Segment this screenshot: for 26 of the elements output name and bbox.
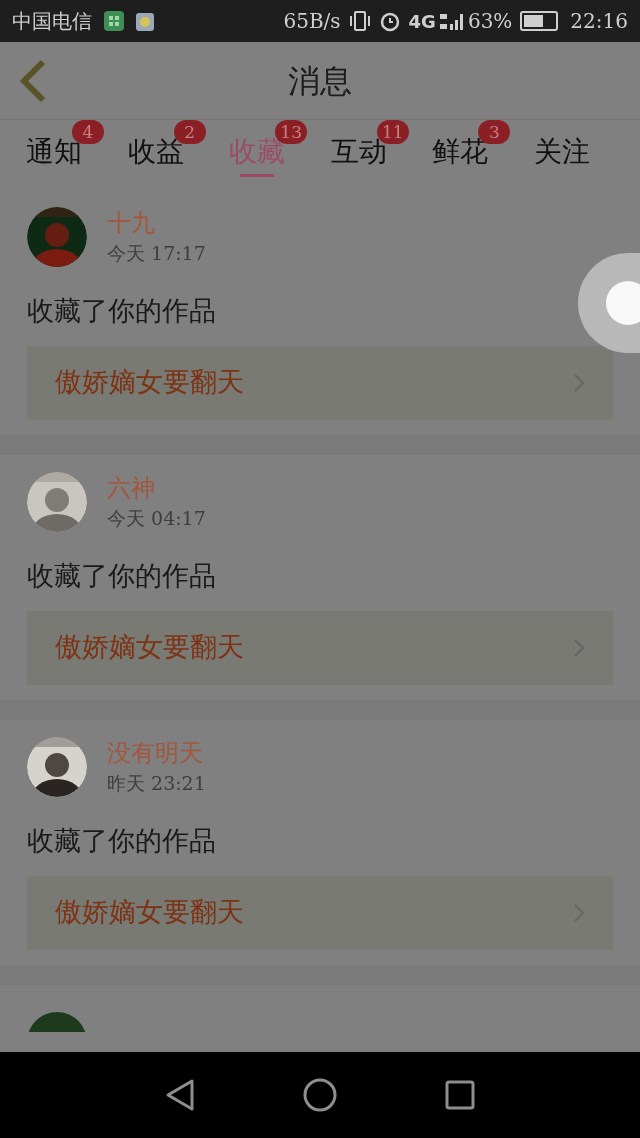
battery-percent: 63% [467, 8, 513, 35]
clock-time: 22:16 [570, 8, 628, 35]
tab[interactable]: 关注 [533, 120, 614, 190]
count-badge: 4 [72, 120, 104, 144]
network-speed: 65B/s [283, 8, 341, 35]
app-grid-icon [104, 11, 124, 31]
work-link[interactable]: 傲娇嫡女要翻天 [27, 610, 613, 685]
vibrate-icon [348, 10, 371, 32]
message-text: 收藏了你的作品 [27, 294, 217, 328]
alarm-icon [378, 10, 401, 32]
floating-assistant-button[interactable] [578, 253, 640, 353]
page-title: 消息 [287, 60, 353, 102]
network-type: 4G [408, 9, 436, 34]
message-text: 收藏了你的作品 [27, 824, 217, 858]
back-icon[interactable] [165, 1078, 195, 1112]
message-time: 今天 17:17 [107, 241, 206, 266]
work-link[interactable]: 傲娇嫡女要翻天 [27, 345, 613, 420]
notification-app-icon [136, 11, 154, 31]
recent-apps-icon[interactable] [445, 1080, 475, 1110]
battery-icon [520, 11, 559, 31]
home-icon[interactable] [303, 1078, 337, 1112]
message-time: 今天 04:17 [107, 506, 206, 531]
message-time: 昨天 23:21 [107, 771, 206, 796]
carrier-name: 中国电信 [12, 8, 92, 35]
work-link[interactable]: 傲娇嫡女要翻天 [27, 875, 613, 950]
message-text: 收藏了你的作品 [27, 559, 217, 593]
